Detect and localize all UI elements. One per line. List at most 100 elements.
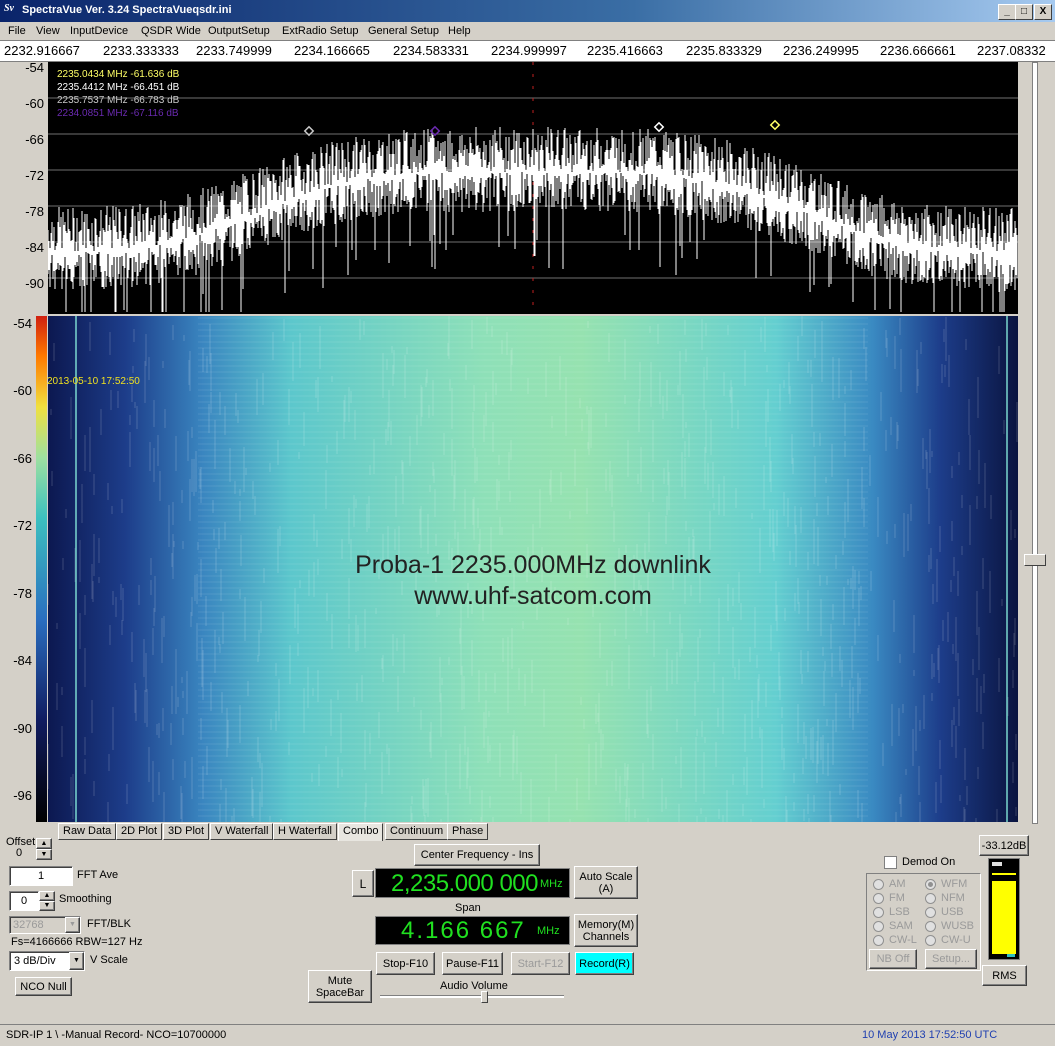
center-frequency-value: 2,235.000 000 [391, 870, 538, 897]
mode-nfm-label: NFM [941, 892, 965, 904]
mode-wusb-radio[interactable] [925, 921, 936, 932]
rms-button[interactable]: RMS [982, 965, 1027, 986]
watermark: Proba-1 2235.000MHz downlink www.uhf-sat… [48, 550, 1018, 612]
smoothing-down-arrow-icon[interactable]: ▼ [39, 901, 55, 911]
demod-on-checkbox[interactable] [884, 856, 897, 869]
fft-blk-label: FFT/BLK [87, 918, 132, 930]
setup-button[interactable]: Setup... [925, 949, 977, 969]
pause-button[interactable]: Pause-F11 [442, 952, 503, 975]
mute-button[interactable]: Mute SpaceBar [308, 970, 372, 1003]
channels-label: Channels [582, 930, 630, 943]
tab-h-waterfall[interactable]: H Waterfall [273, 823, 337, 840]
maximize-button[interactable]: □ [1015, 4, 1033, 20]
menu-view[interactable]: View [36, 25, 60, 37]
watermark-title: Proba-1 2235.000MHz downlink [355, 551, 711, 579]
menu-extradio-setup[interactable]: ExtRadio Setup [282, 25, 358, 37]
l-button[interactable]: L [352, 870, 374, 897]
meter-cap [992, 862, 1002, 866]
mode-nfm-radio[interactable] [925, 893, 936, 904]
level-readout: -33.12dB [979, 835, 1029, 856]
demod-on-label: Demod On [902, 856, 956, 868]
status-left: SDR-IP 1 \ -Manual Record- NCO=10700000 [6, 1029, 227, 1041]
offset-down-arrow-icon[interactable]: ▼ [36, 849, 52, 860]
mute-label: Mute [327, 974, 353, 987]
tab-phase[interactable]: Phase [447, 823, 489, 840]
display-range-slider-track[interactable] [1032, 62, 1038, 824]
fft-ave-input[interactable]: 1 [9, 866, 73, 886]
mode-wusb-label: WUSB [941, 920, 974, 932]
meter-floor [1007, 954, 1015, 957]
offset-up-arrow-icon[interactable]: ▲ [36, 838, 52, 849]
tab-combo[interactable]: Combo [338, 823, 384, 841]
window-title: SpectraVue Ver. 3.24 SpectraVueqsdr.ini [22, 4, 232, 16]
fs-rbw-readout: Fs=4166666 RBW=127 Hz [11, 936, 143, 948]
center-frequency-display[interactable]: 2,235.000 000 MHz [375, 868, 570, 898]
nco-null-button[interactable]: NCO Null [15, 977, 72, 996]
freq-tick-label: 2236.249995 [783, 43, 859, 58]
minimize-button[interactable]: _ [998, 4, 1016, 20]
waterfall-y-label: -96 [13, 788, 32, 803]
waterfall-y-label: -90 [13, 721, 32, 736]
start-button[interactable]: Start-F12 [511, 952, 570, 975]
mode-usb-radio[interactable] [925, 907, 936, 918]
smoothing-input[interactable]: 0 [9, 891, 39, 911]
peak-marker-icon [653, 121, 665, 133]
tab-raw-data[interactable]: Raw Data [58, 823, 117, 840]
tab-3d-plot[interactable]: 3D Plot [163, 823, 210, 840]
marker-readout: 2234.0851 MHz -67.116 dB [57, 108, 179, 119]
span-unit: MHz [537, 925, 560, 937]
app-icon: Sv [4, 3, 14, 14]
nb-off-button[interactable]: NB Off [869, 949, 917, 969]
stop-button[interactable]: Stop-F10 [376, 952, 435, 975]
menu-general-setup[interactable]: General Setup [368, 25, 439, 37]
mode-wfm-radio[interactable] [925, 879, 936, 890]
spectrum-plot[interactable]: 2235.0434 MHz -61.636 dB 2235.4412 MHz -… [47, 62, 1018, 314]
freq-tick-label: 2234.999997 [491, 43, 567, 58]
mute-shortcut: SpaceBar [315, 986, 365, 999]
status-datetime: 10 May 2013 17:52:50 UTC [862, 1029, 998, 1041]
waterfall-y-label: -54 [13, 316, 32, 331]
freq-tick-label: 2232.916667 [4, 43, 80, 58]
spectrum-trace [47, 62, 1018, 314]
display-range-slider-thumb[interactable] [1024, 554, 1046, 566]
auto-scale-label: Auto Scale [579, 870, 633, 883]
span-display[interactable]: 4.166 667 MHz [375, 916, 570, 945]
mode-cwu-label: CW-U [941, 934, 971, 946]
vscale-dropdown-icon[interactable]: ▼ [69, 952, 84, 970]
waterfall-y-label: -84 [13, 653, 32, 668]
offset-value[interactable]: 0 [16, 847, 22, 859]
spectrum-y-label: -66 [25, 132, 44, 147]
mode-cwl-radio[interactable] [873, 935, 884, 946]
marker-readout: 2235.7537 MHz -66.783 dB [57, 95, 180, 106]
mode-fm-radio[interactable] [873, 893, 884, 904]
menu-file[interactable]: File [8, 25, 26, 37]
tab-v-waterfall[interactable]: V Waterfall [210, 823, 274, 840]
menu-qsdr-wide[interactable]: QSDR Wide [141, 25, 201, 37]
mode-lsb-radio[interactable] [873, 907, 884, 918]
center-frequency-button[interactable]: Center Frequency - Ins [414, 844, 540, 866]
menu-outputsetup[interactable]: OutputSetup [208, 25, 270, 37]
menu-bar: File View InputDevice QSDR Wide OutputSe… [0, 22, 1055, 40]
spectrum-y-axis: -54 -60 -66 -72 -78 -84 -90 [0, 60, 48, 314]
waterfall-y-label: -66 [13, 451, 32, 466]
spectrum-y-label: -72 [25, 168, 44, 183]
waterfall-timestamp: 2013-05-10 17:52:50 [47, 376, 140, 387]
audio-volume-thumb[interactable] [481, 991, 488, 1003]
frequency-axis[interactable]: 2232.916667 2233.333333 2233.749999 2234… [0, 40, 1055, 62]
fft-blk-dropdown-icon[interactable]: ▼ [65, 917, 80, 933]
memory-channels-button[interactable]: Memory(M) Channels [574, 914, 638, 947]
tab-2d-plot[interactable]: 2D Plot [116, 823, 163, 840]
mode-am-radio[interactable] [873, 879, 884, 890]
menu-inputdevice[interactable]: InputDevice [70, 25, 128, 37]
tab-continuum[interactable]: Continuum [385, 823, 449, 840]
auto-scale-button[interactable]: Auto Scale (A) [574, 866, 638, 899]
close-button[interactable]: X [1034, 4, 1052, 20]
spectrum-y-label: -84 [25, 240, 44, 255]
record-button[interactable]: Record(R) [575, 952, 634, 975]
audio-volume-track[interactable] [380, 995, 564, 998]
mode-cwu-radio[interactable] [925, 935, 936, 946]
span-label: Span [455, 902, 481, 914]
menu-help[interactable]: Help [448, 25, 471, 37]
mode-sam-radio[interactable] [873, 921, 884, 932]
freq-tick-label: 2234.583331 [393, 43, 469, 58]
